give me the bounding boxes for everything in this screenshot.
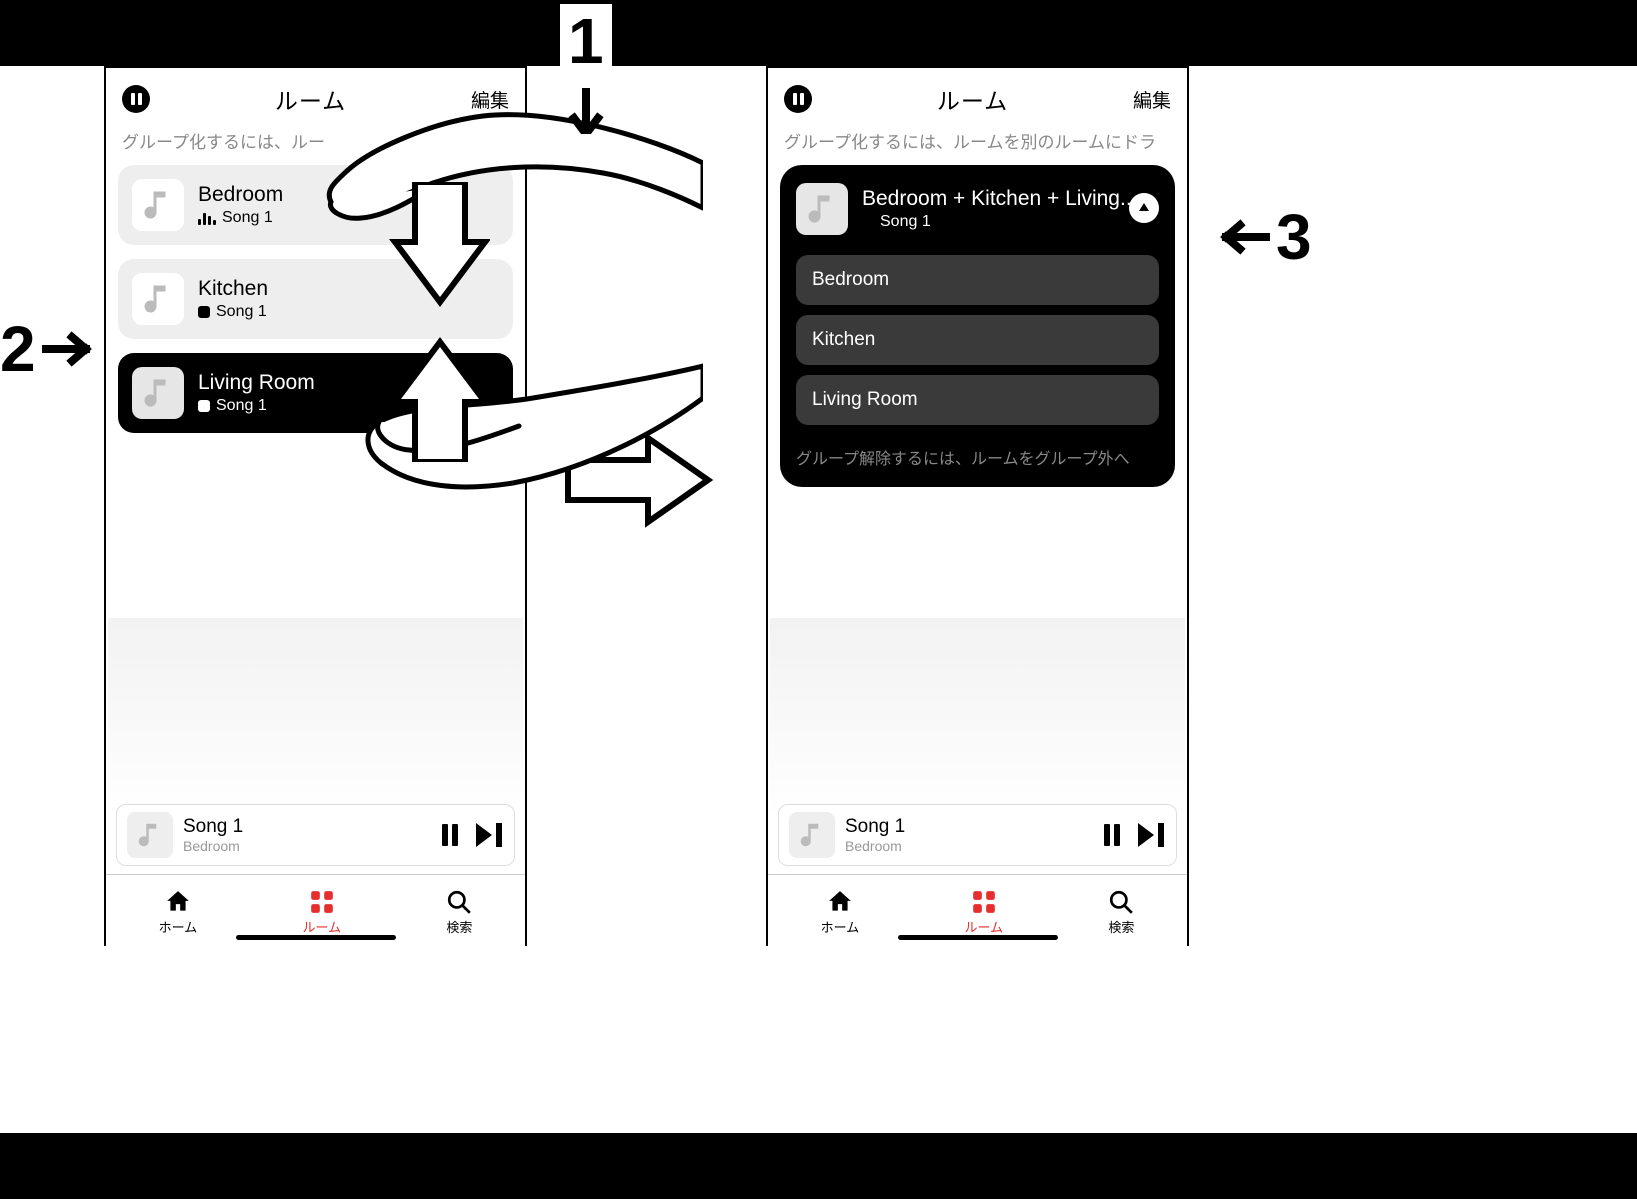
tab-rooms[interactable]: ルーム — [302, 889, 341, 936]
music-icon — [132, 179, 184, 231]
next-track-button[interactable] — [476, 823, 504, 847]
now-playing-subtitle: Bedroom — [845, 838, 1094, 854]
tab-bar: ホーム ルーム 検索 — [106, 874, 525, 946]
screen-after: ルーム 編集 グループ化するには、ルームを別のルームにドラ Bedroom + … — [766, 66, 1189, 946]
group-title: Bedroom + Kitchen + Living.. — [862, 187, 1132, 211]
ungroup-hint: グループ解除するには、ルームをグループ外へ — [796, 445, 1159, 469]
group-hint: グループ化するには、ルームを別のルームにドラ — [768, 122, 1187, 165]
grid-icon — [309, 889, 335, 915]
home-indicator — [898, 935, 1058, 940]
stopped-icon — [198, 400, 210, 412]
home-indicator — [236, 935, 396, 940]
now-playing-bar[interactable]: Song 1 Bedroom — [116, 804, 515, 866]
music-icon — [796, 183, 848, 235]
pause-circle-icon[interactable] — [122, 85, 150, 113]
stopped-icon — [862, 216, 874, 228]
room-name: Kitchen — [198, 277, 268, 301]
group-member-list: Bedroom Kitchen Living Room — [796, 255, 1159, 425]
room-song: Song 1 — [198, 303, 268, 321]
music-icon — [132, 367, 184, 419]
stopped-icon — [198, 306, 210, 318]
group-member[interactable]: Kitchen — [796, 315, 1159, 365]
room-song: Song 1 — [198, 209, 283, 227]
top-letterbox — [0, 0, 1637, 66]
group-header: Bedroom + Kitchen + Living.. Song 1 — [796, 183, 1159, 235]
pause-button[interactable] — [1104, 824, 1120, 846]
header: ルーム 編集 — [768, 68, 1187, 122]
grouped-room-card[interactable]: Bedroom + Kitchen + Living.. Song 1 Bedr… — [780, 165, 1175, 487]
tab-bar: ホーム ルーム 検索 — [768, 874, 1187, 946]
group-member[interactable]: Living Room — [796, 375, 1159, 425]
search-icon — [1108, 889, 1134, 915]
next-track-button[interactable] — [1138, 823, 1166, 847]
tab-home[interactable]: ホーム — [821, 889, 860, 936]
grid-icon — [971, 889, 997, 915]
group-member[interactable]: Bedroom — [796, 255, 1159, 305]
pinch-gesture-arrows-icon — [370, 182, 490, 462]
callout-1-label: 1 — [560, 4, 612, 78]
pause-circle-icon[interactable] — [784, 85, 812, 113]
callout-1: 1 — [560, 4, 612, 134]
now-playing-bar[interactable]: Song 1 Bedroom — [778, 804, 1177, 866]
home-icon — [165, 889, 191, 915]
collapse-button[interactable] — [1129, 193, 1159, 223]
now-playing-title: Song 1 — [183, 816, 432, 838]
room-name: Living Room — [198, 371, 315, 395]
callout-2: 2 — [0, 312, 102, 386]
background-fade — [108, 618, 523, 818]
album-art-icon — [789, 812, 835, 858]
tab-search[interactable]: 検索 — [1108, 889, 1134, 936]
now-playing-subtitle: Bedroom — [183, 838, 432, 854]
background-fade — [770, 618, 1185, 818]
music-icon — [132, 273, 184, 325]
tab-search[interactable]: 検索 — [446, 889, 472, 936]
group-song: Song 1 — [862, 213, 1132, 231]
bottom-letterbox — [0, 1133, 1637, 1199]
callout-3-label: 3 — [1276, 200, 1312, 274]
callout-2-label: 2 — [0, 312, 36, 386]
callout-3: 3 — [1210, 200, 1312, 274]
playing-eq-icon — [198, 211, 216, 225]
room-name: Bedroom — [198, 183, 283, 207]
tab-rooms[interactable]: ルーム — [964, 889, 1003, 936]
page-title: ルーム — [937, 82, 1008, 116]
album-art-icon — [127, 812, 173, 858]
pause-button[interactable] — [442, 824, 458, 846]
tab-home[interactable]: ホーム — [159, 889, 198, 936]
home-icon — [827, 889, 853, 915]
room-song: Song 1 — [198, 397, 315, 415]
now-playing-title: Song 1 — [845, 816, 1094, 838]
search-icon — [446, 889, 472, 915]
edit-button[interactable]: 編集 — [1133, 86, 1171, 113]
